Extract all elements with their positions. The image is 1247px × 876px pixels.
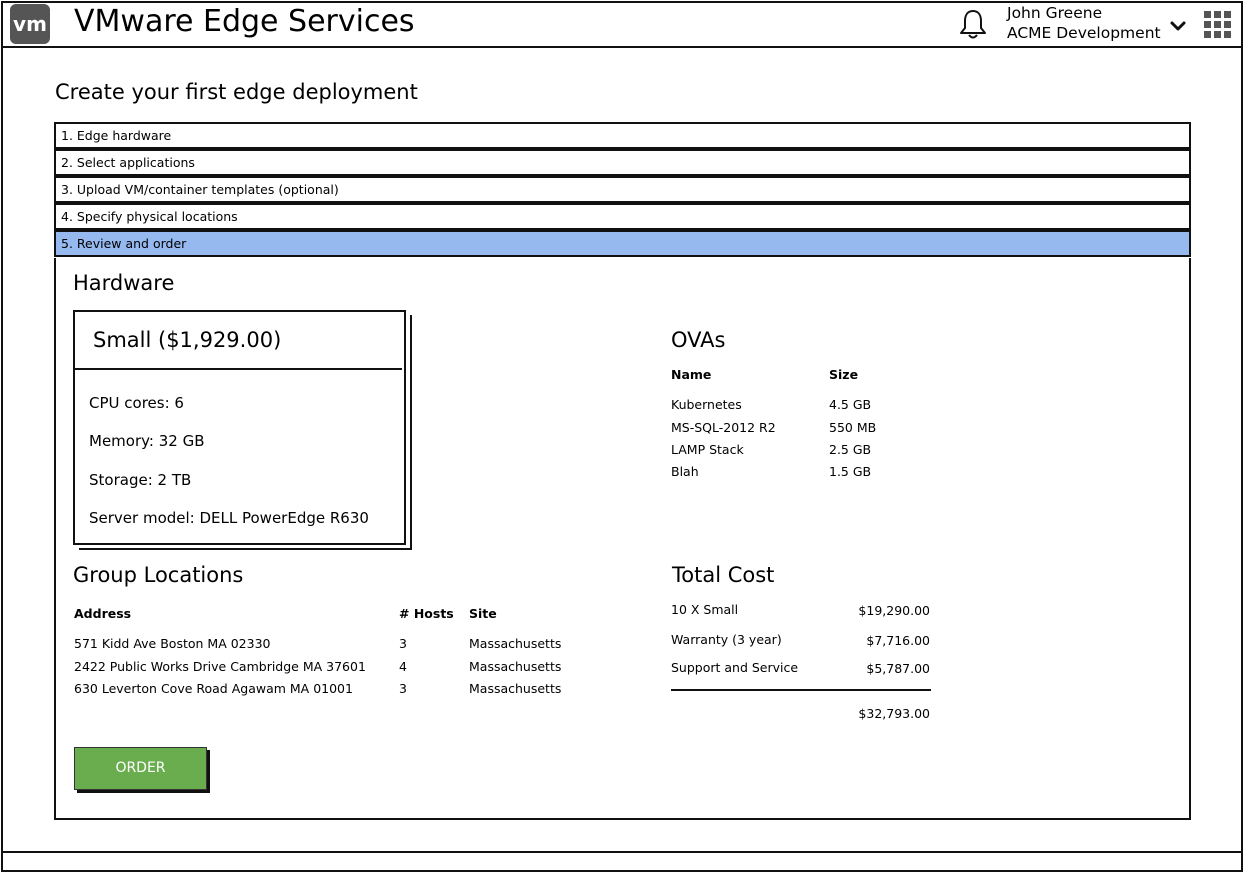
total-divider: [671, 689, 931, 691]
cost-item-label: Support and Service: [671, 660, 799, 675]
ova-name: MS-SQL-2012 R2: [671, 420, 776, 435]
ova-size: 2.5 GB: [829, 442, 872, 457]
loc-col-hosts: # Hosts: [399, 606, 454, 621]
vmware-logo: vm: [10, 4, 50, 44]
spec-storage: Storage: 2 TB: [89, 471, 192, 489]
cost-item-amount: $7,716.00: [866, 633, 930, 648]
bell-icon[interactable]: [957, 8, 989, 40]
user-org[interactable]: ACME Development: [1007, 23, 1161, 43]
locations-heading: Group Locations: [73, 563, 244, 587]
step-physical-locations[interactable]: 4. Specify physical locations: [54, 203, 1191, 230]
hardware-card-title: Small ($1,929.00): [93, 328, 282, 352]
cost-item-amount: $5,787.00: [866, 661, 930, 676]
app-grid-icon[interactable]: [1204, 11, 1232, 39]
spec-server-model: Server model: DELL PowerEdge R630: [89, 509, 369, 527]
ova-col-name: Name: [671, 367, 712, 382]
loc-address: 630 Leverton Cove Road Agawam MA 01001: [74, 681, 353, 696]
spec-memory: Memory: 32 GB: [89, 432, 205, 450]
total-cost-heading: Total Cost: [672, 563, 775, 587]
ova-size: 1.5 GB: [829, 464, 872, 479]
cost-total: $32,793.00: [858, 706, 930, 721]
step-upload-templates[interactable]: 3. Upload VM/container templates (option…: [54, 176, 1191, 203]
loc-site: Massachusetts: [469, 659, 562, 674]
card-divider: [75, 368, 402, 370]
ova-name: Kubernetes: [671, 397, 742, 412]
ova-col-size: Size: [829, 367, 859, 382]
loc-address: 2422 Public Works Drive Cambridge MA 376…: [74, 659, 366, 674]
step-edge-hardware[interactable]: 1. Edge hardware: [54, 122, 1191, 149]
loc-address: 571 Kidd Ave Boston MA 02330: [74, 636, 271, 651]
ovas-heading: OVAs: [671, 328, 726, 352]
ova-name: Blah: [671, 464, 699, 479]
loc-site: Massachusetts: [469, 681, 562, 696]
loc-hosts: 4: [399, 659, 407, 674]
ova-name: LAMP Stack: [671, 442, 744, 457]
spec-cpu: CPU cores: 6: [89, 394, 184, 412]
hardware-card: Small ($1,929.00) CPU cores: 6 Memory: 3…: [73, 310, 412, 550]
ova-size: 550 MB: [829, 420, 877, 435]
loc-hosts: 3: [399, 636, 407, 651]
header-divider: [3, 46, 1243, 48]
order-button[interactable]: ORDER: [74, 747, 207, 790]
ova-size: 4.5 GB: [829, 397, 872, 412]
user-name[interactable]: John Greene: [1007, 3, 1102, 23]
step-review-and-order[interactable]: 5. Review and order: [54, 230, 1191, 257]
cost-item-amount: $19,290.00: [858, 603, 930, 618]
step-select-applications[interactable]: 2. Select applications: [54, 149, 1191, 176]
loc-hosts: 3: [399, 681, 407, 696]
loc-col-site: Site: [469, 606, 497, 621]
app-title: VMware Edge Services: [74, 4, 415, 39]
cost-item-label: 10 X Small: [671, 602, 739, 617]
footer-divider: [3, 851, 1243, 853]
loc-col-address: Address: [74, 606, 132, 621]
hardware-heading: Hardware: [73, 271, 175, 295]
cost-item-label: Warranty (3 year): [671, 632, 782, 647]
loc-site: Massachusetts: [469, 636, 562, 651]
chevron-down-icon[interactable]: [1169, 17, 1187, 35]
page-title: Create your first edge deployment: [55, 80, 418, 104]
